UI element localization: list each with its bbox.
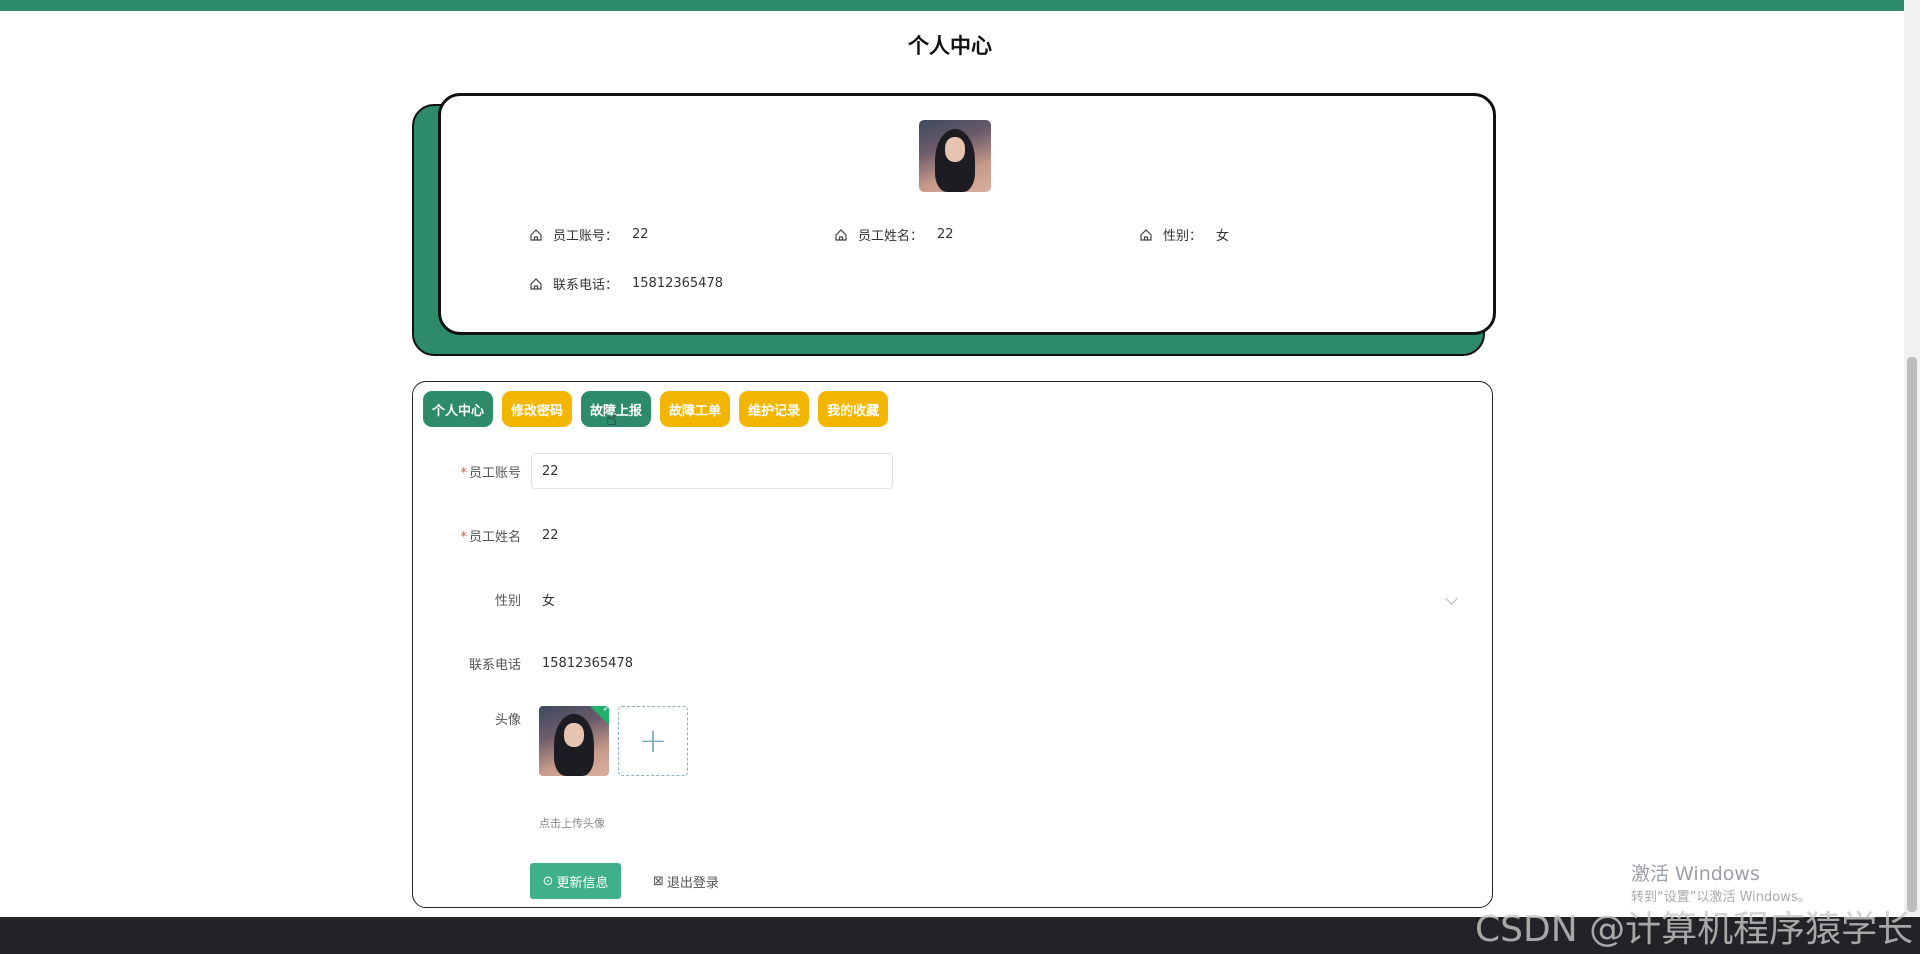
tab-bar: 个人中心 修改密码 故障上报 故障工单 维护记录 我的收藏	[423, 391, 889, 427]
profile-form-panel: 个人中心 修改密码 故障上报 故障工单 维护记录 我的收藏 * 员工账号 22 *…	[412, 381, 1493, 908]
mouse-pointer-icon: ☝	[606, 409, 617, 430]
info-name: 员工姓名： 22	[834, 225, 954, 244]
account-input[interactable]: 22	[531, 453, 893, 489]
profile-avatar	[919, 120, 991, 192]
upload-tip: 点击上传头像	[539, 817, 605, 830]
info-gender: 性别： 女	[1139, 225, 1229, 244]
home-icon	[530, 228, 542, 241]
avatar-label: 头像	[494, 713, 521, 728]
profile-card: 员工账号： 22 员工姓名： 22 性别： 女 联系电话： 1581236547…	[438, 93, 1496, 335]
home-icon	[835, 228, 847, 241]
page-title: 个人中心	[908, 34, 992, 58]
update-info-button[interactable]: ⊙ 更新信息	[530, 863, 621, 899]
check-icon: ✓	[586, 706, 609, 728]
top-accent-bar	[0, 0, 1920, 11]
tab-my-favorites[interactable]: 我的收藏	[818, 391, 889, 427]
tab-fault-ticket[interactable]: 故障工单	[660, 391, 731, 427]
scrollbar-thumb[interactable]	[1907, 357, 1917, 912]
name-input[interactable]: 22	[531, 517, 893, 553]
info-account: 员工账号： 22	[529, 225, 649, 244]
home-icon	[1140, 228, 1152, 241]
plus-icon: +	[638, 721, 668, 761]
tab-maintenance-record[interactable]: 维护记录	[739, 391, 810, 427]
form-row-phone: 联系电话 15812365478	[413, 645, 893, 681]
uploaded-avatar-thumbnail[interactable]: ✓	[539, 706, 609, 776]
account-label: * 员工账号	[460, 465, 521, 481]
form-row-avatar: 头像 ✓ + 点击上传头像	[413, 706, 813, 836]
name-label: * 员工姓名	[460, 529, 521, 545]
gender-select[interactable]: 女	[531, 581, 1471, 617]
gender-label: 性别	[494, 593, 521, 609]
upload-avatar-button[interactable]: +	[618, 706, 688, 776]
chevron-down-icon	[1445, 592, 1458, 605]
close-box-icon: ⊠	[653, 873, 664, 889]
info-phone: 联系电话： 15812365478	[529, 274, 723, 293]
form-row-account: * 员工账号 22	[413, 453, 893, 489]
tab-personal-center[interactable]: 个人中心	[423, 391, 494, 427]
home-icon	[530, 277, 542, 290]
phone-input[interactable]: 15812365478	[531, 645, 893, 681]
form-row-name: * 员工姓名 22	[413, 517, 893, 553]
logout-button[interactable]: ⊠ 退出登录	[653, 863, 733, 899]
tab-change-password[interactable]: 修改密码	[502, 391, 573, 427]
check-circle-icon: ⊙	[542, 873, 554, 889]
csdn-watermark: CSDN @计算机程序猿学长	[1475, 909, 1914, 950]
phone-label: 联系电话	[468, 657, 521, 673]
activate-windows-title: 激活 Windows	[1631, 863, 1760, 885]
form-row-gender: 性别 女	[413, 581, 1471, 617]
